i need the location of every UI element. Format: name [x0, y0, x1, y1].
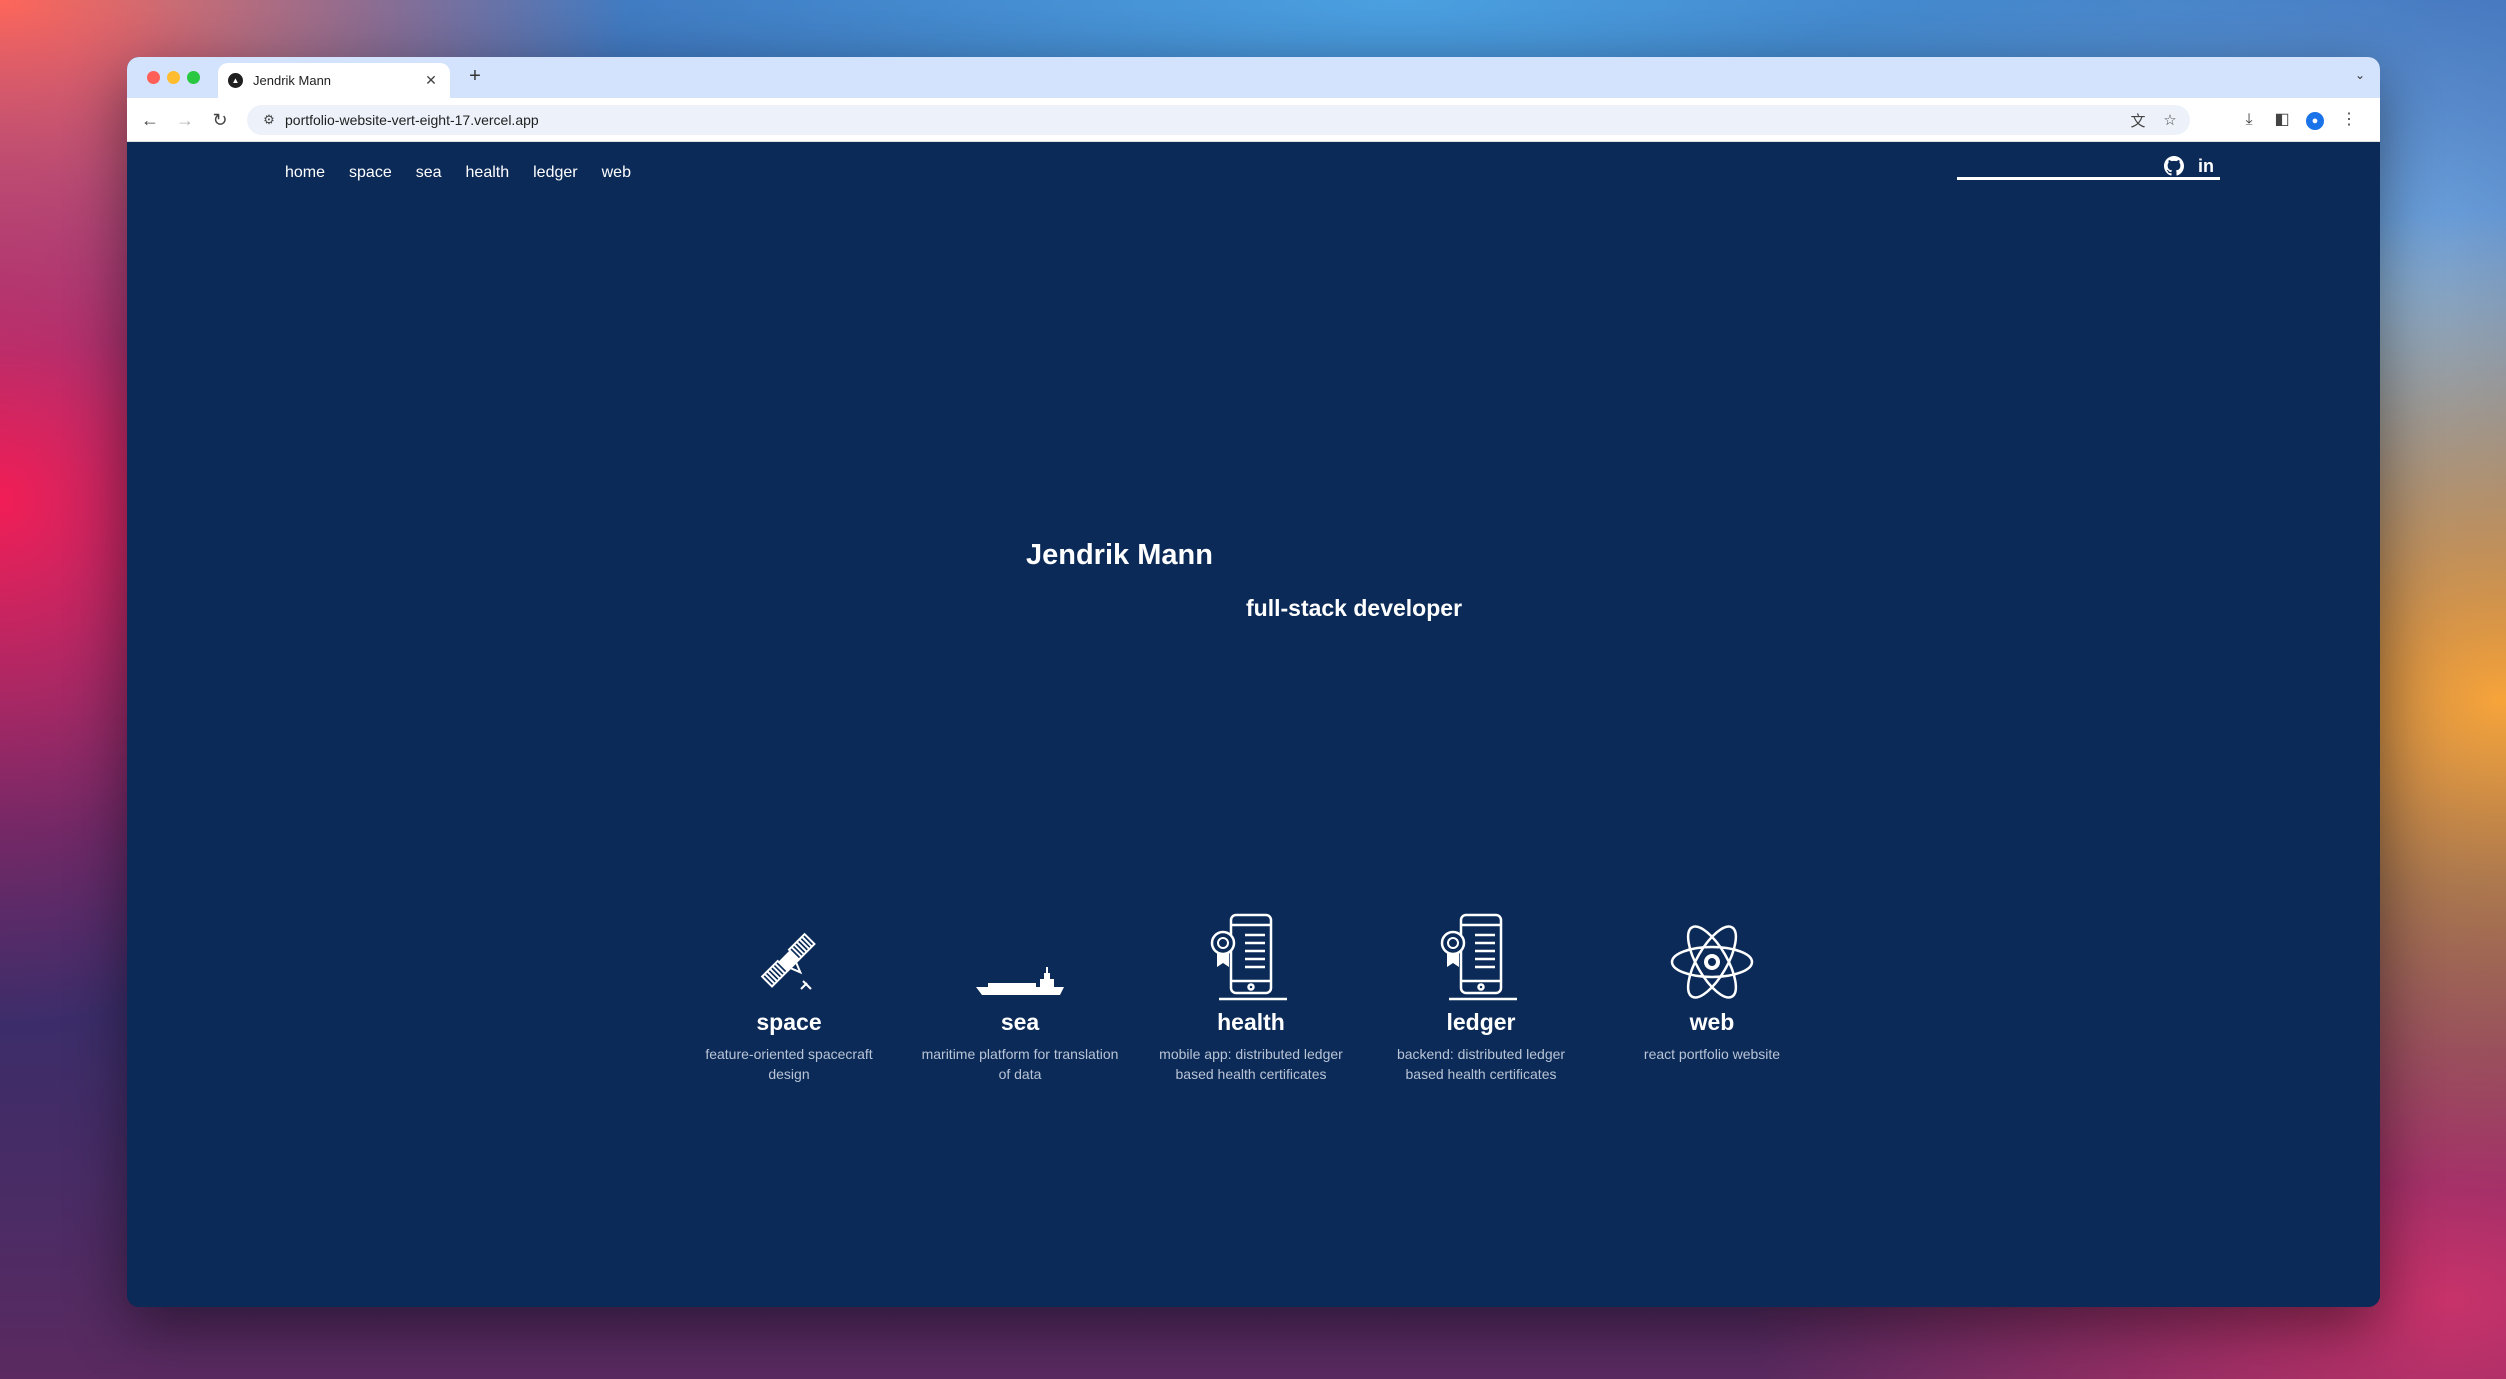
projects-grid: space feature-oriented spacecraft design…	[689, 913, 1839, 1113]
tab-search-chevron-icon[interactable]: ⌄	[2350, 68, 2370, 82]
nav-health[interactable]: health	[466, 164, 510, 182]
site-info-icon[interactable]: ⚙	[259, 112, 279, 128]
new-tab-button[interactable]: +	[463, 65, 487, 88]
phone-certificate-icon	[1381, 913, 1581, 1003]
tab-title: Jendrik Mann	[253, 73, 332, 88]
address-bar[interactable]: ⚙ portfolio-website-vert-eight-17.vercel…	[247, 105, 2190, 135]
back-button[interactable]: ←	[139, 109, 161, 131]
project-title: space	[756, 1009, 822, 1035]
nav-space[interactable]: space	[349, 164, 392, 182]
project-health[interactable]: health mobile app: distributed ledger ba…	[1151, 913, 1351, 1084]
tab-close-icon[interactable]: ✕	[422, 72, 440, 89]
nav-web[interactable]: web	[602, 164, 631, 182]
browser-menu-icon[interactable]: ⋮	[2337, 109, 2361, 131]
hero-name: Jendrik Mann	[1026, 539, 1213, 571]
project-web[interactable]: web react portfolio website	[1612, 913, 1812, 1064]
project-sea[interactable]: sea maritime platform for translation of…	[920, 913, 1120, 1084]
social-links: in	[1957, 155, 2220, 180]
page-content: home space sea health ledger web in Jend…	[127, 143, 2380, 1307]
project-description: backend: distributed ledger based health…	[1396, 1046, 1566, 1082]
hero-role: full-stack developer	[1246, 595, 1463, 621]
url-text[interactable]: portfolio-website-vert-eight-17.vercel.a…	[285, 112, 2126, 128]
browser-window: ▲ Jendrik Mann ✕ + ⌄ ← → ↻ ⚙ portfolio-w…	[127, 57, 2380, 1307]
minimize-window-button[interactable]	[167, 71, 180, 84]
project-ledger[interactable]: ledger backend: distributed ledger based…	[1381, 913, 1581, 1084]
linkedin-icon[interactable]: in	[2195, 155, 2217, 177]
reload-button[interactable]: ↻	[209, 109, 231, 131]
close-window-button[interactable]	[147, 71, 160, 84]
project-title: sea	[1000, 1009, 1040, 1035]
project-title: web	[1689, 1009, 1735, 1035]
project-title: ledger	[1446, 1009, 1516, 1035]
translate-icon[interactable]: 文	[2126, 110, 2150, 131]
profile-avatar[interactable]: ●	[2303, 109, 2327, 131]
zoom-window-button[interactable]	[187, 71, 200, 84]
project-description: mobile app: distributed ledger based hea…	[1159, 1046, 1343, 1082]
github-icon[interactable]	[2163, 155, 2185, 177]
browser-tab[interactable]: ▲ Jendrik Mann ✕	[218, 63, 450, 98]
side-panel-icon[interactable]: ◧	[2270, 109, 2294, 131]
favicon-icon: ▲	[228, 73, 243, 88]
phone-certificate-icon	[1151, 913, 1351, 1003]
ship-icon	[920, 913, 1120, 1003]
project-description: feature-oriented spacecraft design	[705, 1046, 873, 1082]
satellite-icon	[689, 913, 889, 1003]
forward-button[interactable]: →	[174, 109, 196, 131]
project-title: health	[1217, 1009, 1285, 1035]
nav-sea[interactable]: sea	[416, 164, 442, 182]
bookmark-star-icon[interactable]: ☆	[2158, 111, 2182, 129]
nav-ledger[interactable]: ledger	[533, 164, 577, 182]
react-atom-icon	[1612, 913, 1812, 1003]
nav-home[interactable]: home	[285, 164, 325, 182]
site-nav: home space sea health ledger web	[285, 164, 631, 182]
browser-toolbar: ← → ↻ ⚙ portfolio-website-vert-eight-17.…	[127, 98, 2380, 142]
tab-strip: ▲ Jendrik Mann ✕ + ⌄	[127, 57, 2380, 98]
download-icon[interactable]: ⤓	[2237, 109, 2261, 131]
project-description: react portfolio website	[1643, 1046, 1781, 1062]
project-description: maritime platform for translation of dat…	[921, 1046, 1119, 1082]
project-space[interactable]: space feature-oriented spacecraft design	[689, 913, 889, 1084]
